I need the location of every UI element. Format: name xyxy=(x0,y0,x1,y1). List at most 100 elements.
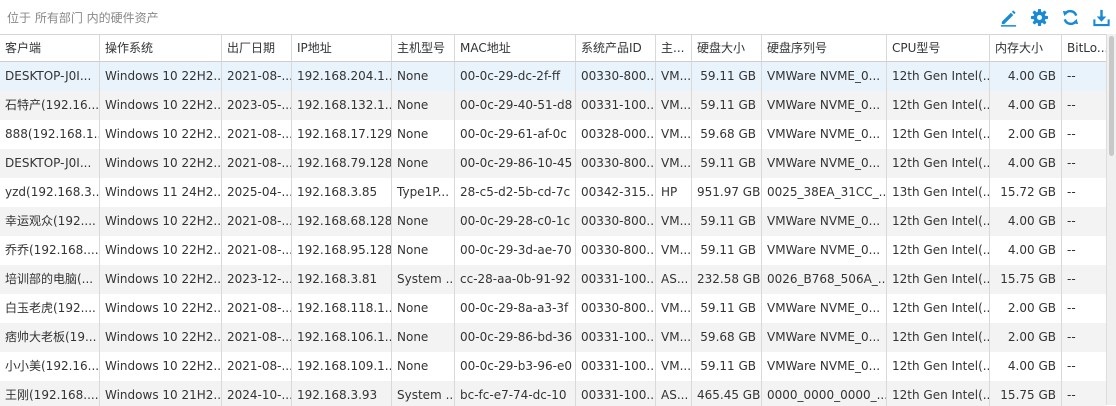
column-header-cpu[interactable]: CPU型号 xyxy=(887,35,990,61)
cell-os: Windows 10 22H2... xyxy=(100,207,222,236)
cell-manufacturer: HP xyxy=(656,178,692,207)
cell-memory: 4.00 GB xyxy=(990,207,1062,236)
cell-manufacture-date: 2023-12-... xyxy=(222,265,292,294)
cell-mac: 00-0c-29-3d-ae-70 xyxy=(455,236,576,265)
download-icon[interactable] xyxy=(1090,6,1112,28)
cell-memory: 4.00 GB xyxy=(990,91,1062,120)
gear-icon[interactable] xyxy=(1028,6,1050,28)
cell-bitlocker: -- xyxy=(1067,330,1076,344)
table-row[interactable]: 幸运观众(192.... Windows 10 22H2... 2021-08-..… xyxy=(0,207,1106,236)
cell-host-model: None xyxy=(392,236,455,265)
cell-client: 王刚(192.168.... xyxy=(0,381,100,406)
asset-table: 客户端 操作系统 出厂日期 IP地址 主机型号 MAC地址 系统产品ID 主..… xyxy=(0,34,1106,406)
column-header-manufacturer[interactable]: 主... xyxy=(656,35,692,61)
cell-disk-size: 59.11 GB xyxy=(692,149,762,178)
cell-disk-serial: 0026_B768_506A_... xyxy=(762,265,887,294)
column-header-bitlocker[interactable]: BitLo... xyxy=(1062,35,1106,61)
column-header-memory[interactable]: 内存大小 xyxy=(990,35,1062,61)
cell-client: DESKTOP-J0I... xyxy=(0,149,100,178)
column-header-host-model[interactable]: 主机型号 xyxy=(392,35,455,61)
cell-manufacture-date: 2021-08-... xyxy=(222,149,292,178)
cell-mac: 00-0c-29-8a-a3-3f xyxy=(455,294,576,323)
cell-manufacturer: AS... xyxy=(656,381,692,406)
cell-os: Windows 10 22H2... xyxy=(100,91,222,120)
table-row[interactable]: 王刚(192.168.... Windows 10 21H2... 2024-10-… xyxy=(0,381,1106,406)
table-row[interactable]: 小小美(192.16... Windows 10 22H2... 2021-08-.… xyxy=(0,352,1106,381)
cell-cpu: 12th Gen Intel(... xyxy=(887,265,990,294)
cell-mac: 00-0c-29-dc-2f-ff xyxy=(455,62,576,91)
cell-os: Windows 10 22H2... xyxy=(100,120,222,149)
toolbar-actions xyxy=(997,6,1112,28)
vertical-scrollbar[interactable] xyxy=(1106,34,1116,405)
cell-bitlocker: -- xyxy=(1067,185,1076,199)
column-header-disk-size[interactable]: 硬盘大小 xyxy=(692,35,762,61)
cell-manufacture-date: 2021-08-... xyxy=(222,352,292,381)
scrollbar-thumb[interactable] xyxy=(1109,36,1114,156)
cell-manufacture-date: 2023-05-... xyxy=(222,91,292,120)
cell-memory: 4.00 GB xyxy=(990,352,1062,381)
cell-cpu: 12th Gen Intel(... xyxy=(887,323,990,352)
cell-product-id: 00330-800... xyxy=(576,294,656,323)
refresh-icon[interactable] xyxy=(1059,6,1081,28)
table-row[interactable]: 白玉老虎(192.... Windows 10 22H2... 2021-08-..… xyxy=(0,294,1106,323)
cell-ip: 192.168.118.1... xyxy=(292,294,392,323)
table-row[interactable]: yzd(192.168.3... Windows 11 24H2... 2025-0… xyxy=(0,178,1106,207)
cell-os: Windows 10 22H2... xyxy=(100,265,222,294)
column-header-client[interactable]: 客户端 xyxy=(0,35,100,61)
column-header-mac[interactable]: MAC地址 xyxy=(455,35,576,61)
cell-cpu: 12th Gen Intel(... xyxy=(887,62,990,91)
cell-disk-size: 465.45 GB xyxy=(692,381,762,406)
cell-disk-size: 59.11 GB xyxy=(692,91,762,120)
cell-disk-serial: VMWare NVME_0... xyxy=(762,62,887,91)
cell-client: 培训部的电脑(... xyxy=(0,265,100,294)
cell-cpu: 12th Gen Intel(... xyxy=(887,381,990,406)
cell-client: 乔乔(192.168.... xyxy=(0,236,100,265)
cell-disk-serial: 0000_0000_0000_... xyxy=(762,381,887,406)
cell-client: 幸运观众(192.... xyxy=(0,207,100,236)
cell-manufacturer: VM... xyxy=(656,120,692,149)
cell-disk-size: 951.97 GB xyxy=(692,178,762,207)
cell-disk-serial: VMWare NVME_0... xyxy=(762,207,887,236)
cell-disk-size: 59.68 GB xyxy=(692,120,762,149)
table-row[interactable]: DESKTOP-J0I... Windows 10 22H2... 2021-08-… xyxy=(0,149,1106,178)
cell-manufacturer: VM... xyxy=(656,236,692,265)
cell-manufacture-date: 2025-04-... xyxy=(222,178,292,207)
table-row[interactable]: 乔乔(192.168.... Windows 10 22H2... 2021-08-… xyxy=(0,236,1106,265)
edit-icon[interactable] xyxy=(997,6,1019,28)
cell-cpu: 12th Gen Intel(... xyxy=(887,207,990,236)
cell-memory: 15.72 GB xyxy=(990,178,1062,207)
cell-disk-serial: VMWare NVME_0... xyxy=(762,149,887,178)
cell-ip: 192.168.68.128 xyxy=(292,207,392,236)
column-header-ip[interactable]: IP地址 xyxy=(292,35,392,61)
cell-client: 白玉老虎(192.... xyxy=(0,294,100,323)
cell-manufacture-date: 2021-08-... xyxy=(222,323,292,352)
cell-manufacturer: VM... xyxy=(656,62,692,91)
table-row[interactable]: 石特产(192.16... Windows 10 22H2... 2023-05-.… xyxy=(0,91,1106,120)
column-header-product-id[interactable]: 系统产品ID xyxy=(576,35,656,61)
cell-manufacture-date: 2021-08-... xyxy=(222,62,292,91)
column-header-disk-serial[interactable]: 硬盘序列号 xyxy=(762,35,887,61)
table-row[interactable]: DESKTOP-J0I... Windows 10 22H2... 2021-08-… xyxy=(0,62,1106,91)
table-row[interactable]: 888(192.168.1... Windows 10 22H2... 2021-0… xyxy=(0,120,1106,149)
cell-memory: 4.00 GB xyxy=(990,236,1062,265)
cell-os: Windows 10 22H2... xyxy=(100,294,222,323)
cell-disk-size: 59.11 GB xyxy=(692,62,762,91)
cell-manufacturer: VM... xyxy=(656,352,692,381)
cell-product-id: 00328-000... xyxy=(576,120,656,149)
table-row[interactable]: 痞帅大老板(19... Windows 10 22H2... 2021-08-...… xyxy=(0,323,1106,352)
cell-cpu: 12th Gen Intel(... xyxy=(887,294,990,323)
cell-product-id: 00330-800... xyxy=(576,207,656,236)
cell-disk-serial: VMWare NVME_0... xyxy=(762,91,887,120)
column-header-os[interactable]: 操作系统 xyxy=(100,35,222,61)
cell-disk-size: 59.11 GB xyxy=(692,294,762,323)
cell-disk-serial: VMWare NVME_0... xyxy=(762,323,887,352)
cell-memory: 2.00 GB xyxy=(990,120,1062,149)
cell-disk-serial: VMWare NVME_0... xyxy=(762,120,887,149)
cell-host-model: None xyxy=(392,352,455,381)
cell-mac: 00-0c-29-86-10-45 xyxy=(455,149,576,178)
cell-ip: 192.168.204.1... xyxy=(292,62,392,91)
cell-product-id: 00330-800... xyxy=(576,149,656,178)
cell-bitlocker: -- xyxy=(1067,214,1076,228)
column-header-manufacture-date[interactable]: 出厂日期 xyxy=(222,35,292,61)
table-row[interactable]: 培训部的电脑(... Windows 10 22H2... 2023-12-... 1… xyxy=(0,265,1106,294)
